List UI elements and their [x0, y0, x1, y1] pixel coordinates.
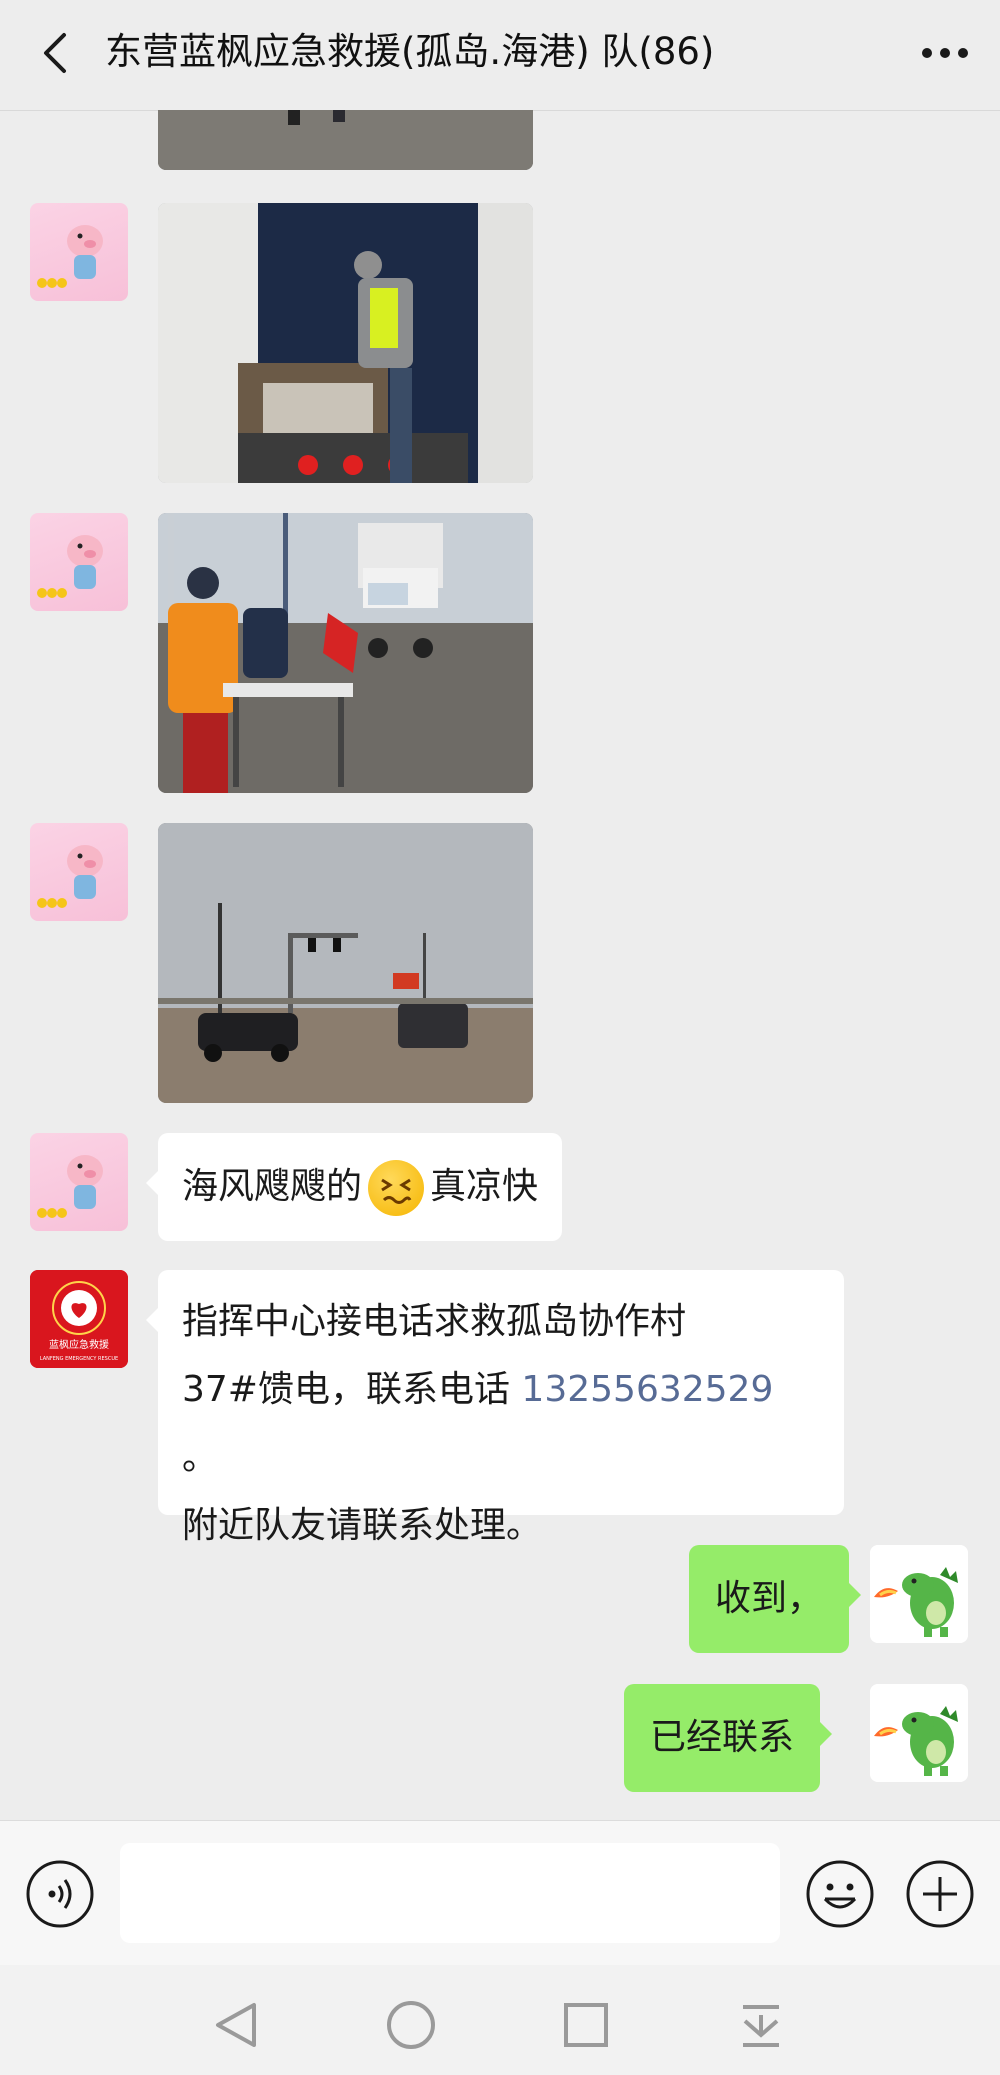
more-dots-icon	[922, 48, 968, 58]
message-text-line: 指挥中心接电话求救孤岛协作村	[182, 1301, 687, 1342]
truck-loading-photo[interactable]	[158, 203, 533, 483]
my-message-bubble[interactable]: 收到，	[689, 1545, 862, 1653]
logo-subtext: LANFENG EMERGENCY RESCUE	[40, 1356, 118, 1362]
voice-icon	[26, 1860, 94, 1928]
triangle-back-icon	[216, 2003, 256, 2047]
chat-header: 东营蓝枫应急救援(孤岛.海港) 队(86)	[0, 0, 1000, 111]
emoji-icon	[806, 1860, 874, 1928]
phone-link[interactable]: 13255632529	[521, 1369, 773, 1410]
emoji-button[interactable]	[805, 1859, 875, 1929]
system-navigation-bar	[0, 1965, 1000, 2075]
message-image-partial[interactable]	[158, 110, 533, 170]
pig-avatar[interactable]	[30, 513, 128, 611]
more-button[interactable]	[915, 30, 975, 76]
pull-down-icon	[743, 2005, 779, 2047]
plus-button[interactable]	[905, 1859, 975, 1929]
grimacing-face-icon	[368, 1160, 425, 1216]
road-intersection-photo[interactable]	[158, 823, 533, 1103]
nav-back-button[interactable]	[206, 1995, 266, 2055]
checkpoint-photo[interactable]	[158, 513, 533, 793]
message-text: 真凉快	[430, 1166, 539, 1207]
nav-recents-button[interactable]	[556, 1995, 616, 2055]
chevron-left-icon	[44, 33, 66, 73]
pig-avatar[interactable]	[30, 823, 128, 921]
chat-message-list[interactable]: 海风飕飕的 真凉快 蓝枫应急救援 LANFENG EMERGENCY RESCU…	[0, 110, 1000, 1820]
pig-avatar[interactable]	[30, 1133, 128, 1231]
pig-avatar[interactable]	[30, 203, 128, 301]
message-text: 海风飕飕的	[182, 1166, 363, 1207]
message-text: 收到，	[715, 1578, 824, 1619]
plus-icon	[906, 1860, 974, 1928]
message-bubble[interactable]: 海风飕飕的 真凉快	[145, 1133, 563, 1241]
dino-avatar[interactable]	[870, 1545, 968, 1643]
dino-avatar[interactable]	[870, 1684, 968, 1782]
message-bubble[interactable]: 指挥中心接电话求救孤岛协作村 37#馈电，联系电话 13255632529 。 …	[146, 1270, 844, 1546]
nav-home-button[interactable]	[381, 1995, 441, 2055]
logo-name: 蓝枫应急救援	[49, 1338, 109, 1351]
my-message-bubble[interactable]: 已经联系	[624, 1684, 833, 1792]
message-text-line: 37#馈电，联系电话 13255632529 。	[182, 1369, 774, 1478]
back-button[interactable]	[30, 28, 80, 78]
message-input[interactable]	[120, 1843, 780, 1943]
square-recents-icon	[564, 2003, 608, 2047]
voice-button[interactable]	[25, 1859, 95, 1929]
nav-notification-button[interactable]	[731, 1995, 791, 2055]
input-bar	[0, 1820, 1000, 1966]
logo-avatar[interactable]: 蓝枫应急救援 LANFENG EMERGENCY RESCUE	[30, 1270, 128, 1368]
message-text: 已经联系	[650, 1717, 795, 1758]
circle-home-icon	[387, 2001, 435, 2049]
chat-title: 东营蓝枫应急救援(孤岛.海港) 队(86)	[105, 30, 715, 73]
